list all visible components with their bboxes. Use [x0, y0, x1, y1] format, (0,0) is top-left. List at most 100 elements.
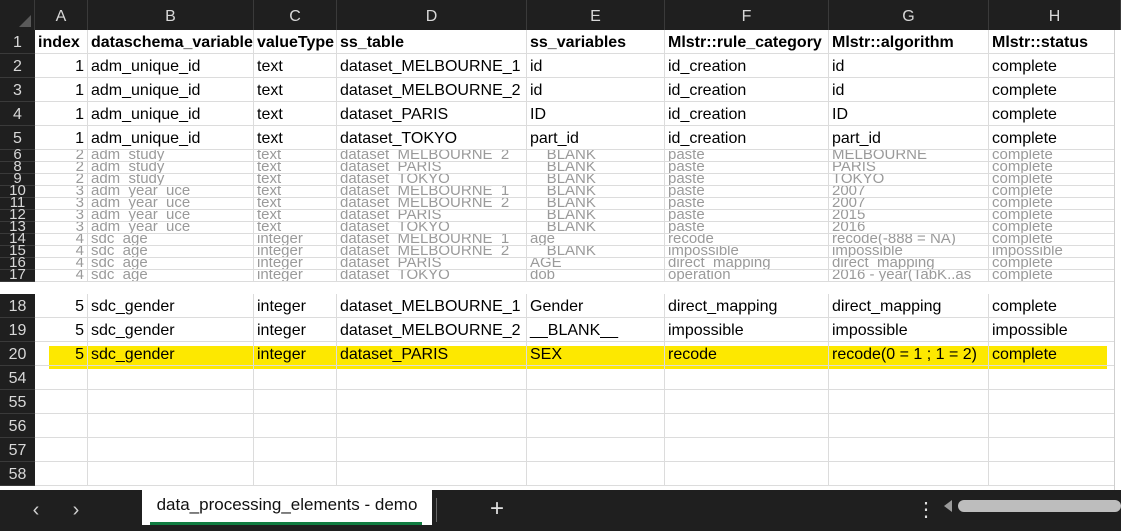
- cell-g[interactable]: [829, 462, 989, 485]
- cell-d[interactable]: [337, 414, 527, 437]
- cell-h[interactable]: [989, 366, 1121, 389]
- cell-h[interactable]: complete: [989, 210, 1121, 221]
- cell-h[interactable]: [989, 414, 1121, 437]
- cell-g[interactable]: 2007: [829, 198, 989, 209]
- cell-d[interactable]: dataset_TOKYO: [337, 174, 527, 185]
- cell-f[interactable]: paste: [665, 198, 829, 209]
- cell-f[interactable]: id_creation: [665, 102, 829, 125]
- cell-e[interactable]: Gender: [527, 294, 665, 317]
- cell-c[interactable]: valueType: [254, 30, 337, 53]
- cell-h[interactable]: complete: [989, 342, 1121, 365]
- cell-a[interactable]: 2: [35, 174, 88, 185]
- cell-b[interactable]: sdc_age: [88, 258, 254, 269]
- select-all-corner[interactable]: [0, 0, 35, 30]
- cell-f[interactable]: [665, 414, 829, 437]
- cell-h[interactable]: complete: [989, 258, 1121, 269]
- cell-a[interactable]: [35, 438, 88, 461]
- cell-e[interactable]: __BLANK__: [527, 198, 665, 209]
- cell-b[interactable]: sdc_gender: [88, 342, 254, 365]
- cell-h[interactable]: complete: [989, 78, 1121, 101]
- cell-h[interactable]: [989, 390, 1121, 413]
- cell-e[interactable]: __BLANK__: [527, 318, 665, 341]
- cell-h[interactable]: complete: [989, 126, 1121, 149]
- cell-f[interactable]: paste: [665, 162, 829, 173]
- cell-g[interactable]: ID: [829, 102, 989, 125]
- cell-e[interactable]: [527, 414, 665, 437]
- cell-a[interactable]: 3: [35, 210, 88, 221]
- cell-c[interactable]: text: [254, 162, 337, 173]
- cell-b[interactable]: sdc_age: [88, 234, 254, 245]
- cell-a[interactable]: 4: [35, 270, 88, 281]
- cell-d[interactable]: dataset_TOKYO: [337, 222, 527, 233]
- cell-d[interactable]: dataset_MELBOURNE_1: [337, 234, 527, 245]
- cell-c[interactable]: text: [254, 102, 337, 125]
- cell-g[interactable]: Mlstr::algorithm: [829, 30, 989, 53]
- cell-e[interactable]: id: [527, 54, 665, 77]
- cell-e[interactable]: ID: [527, 102, 665, 125]
- row-header[interactable]: 57: [0, 438, 35, 462]
- row-header[interactable]: 56: [0, 414, 35, 438]
- cell-a[interactable]: 2: [35, 150, 88, 161]
- cell-c[interactable]: integer: [254, 294, 337, 317]
- cell-e[interactable]: __BLANK__: [527, 162, 665, 173]
- cell-h[interactable]: complete: [989, 186, 1121, 197]
- cell-d[interactable]: dataset_MELBOURNE_1: [337, 186, 527, 197]
- cell-f[interactable]: operation: [665, 270, 829, 281]
- cell-b[interactable]: sdc_age: [88, 246, 254, 257]
- cell-e[interactable]: id: [527, 78, 665, 101]
- cell-b[interactable]: dataschema_variable: [88, 30, 254, 53]
- cell-e[interactable]: __BLANK__: [527, 150, 665, 161]
- cell-e[interactable]: __BLANK__: [527, 246, 665, 257]
- vertical-scrollbar[interactable]: [1114, 30, 1121, 490]
- next-sheet-button[interactable]: ›: [62, 496, 90, 524]
- cell-g[interactable]: PARIS: [829, 162, 989, 173]
- cell-f[interactable]: [665, 438, 829, 461]
- cell-f[interactable]: impossible: [665, 246, 829, 257]
- cell-g[interactable]: [829, 390, 989, 413]
- cell-e[interactable]: age: [527, 234, 665, 245]
- cell-e[interactable]: part_id: [527, 126, 665, 149]
- cell-c[interactable]: text: [254, 186, 337, 197]
- cell-e[interactable]: __BLANK__: [527, 222, 665, 233]
- cell-g[interactable]: [829, 366, 989, 389]
- column-header-e[interactable]: E: [527, 0, 665, 30]
- cell-b[interactable]: adm_year_uce: [88, 210, 254, 221]
- cell-a[interactable]: 5: [35, 318, 88, 341]
- cell-c[interactable]: [254, 414, 337, 437]
- cell-f[interactable]: direct_mapping: [665, 294, 829, 317]
- cell-h[interactable]: complete: [989, 234, 1121, 245]
- cell-h[interactable]: complete: [989, 222, 1121, 233]
- cell-c[interactable]: text: [254, 126, 337, 149]
- cell-h[interactable]: [989, 462, 1121, 485]
- cell-c[interactable]: text: [254, 150, 337, 161]
- cell-f[interactable]: id_creation: [665, 54, 829, 77]
- cell-b[interactable]: [88, 438, 254, 461]
- row-header[interactable]: 4: [0, 102, 35, 126]
- cell-g[interactable]: impossible: [829, 246, 989, 257]
- cell-b[interactable]: adm_year_uce: [88, 198, 254, 209]
- cell-c[interactable]: integer: [254, 270, 337, 281]
- horizontal-scrollbar[interactable]: [958, 500, 1121, 512]
- cell-d[interactable]: ss_table: [337, 30, 527, 53]
- cell-b[interactable]: adm_study: [88, 174, 254, 185]
- column-header-f[interactable]: F: [665, 0, 829, 30]
- cell-a[interactable]: 5: [35, 294, 88, 317]
- cell-b[interactable]: [88, 390, 254, 413]
- cell-h[interactable]: impossible: [989, 318, 1121, 341]
- cell-c[interactable]: text: [254, 54, 337, 77]
- cell-b[interactable]: adm_unique_id: [88, 126, 254, 149]
- cell-b[interactable]: adm_unique_id: [88, 78, 254, 101]
- cell-g[interactable]: [829, 414, 989, 437]
- cell-g[interactable]: [829, 438, 989, 461]
- cell-h[interactable]: complete: [989, 150, 1121, 161]
- cell-e[interactable]: __BLANK__: [527, 210, 665, 221]
- cell-c[interactable]: integer: [254, 234, 337, 245]
- cell-d[interactable]: dataset_MELBOURNE_2: [337, 150, 527, 161]
- cell-g[interactable]: part_id: [829, 126, 989, 149]
- scroll-left-icon[interactable]: [944, 500, 952, 512]
- cell-b[interactable]: adm_year_uce: [88, 186, 254, 197]
- cell-f[interactable]: id_creation: [665, 78, 829, 101]
- cell-a[interactable]: 4: [35, 246, 88, 257]
- cell-d[interactable]: dataset_TOKYO: [337, 126, 527, 149]
- cell-h[interactable]: complete: [989, 54, 1121, 77]
